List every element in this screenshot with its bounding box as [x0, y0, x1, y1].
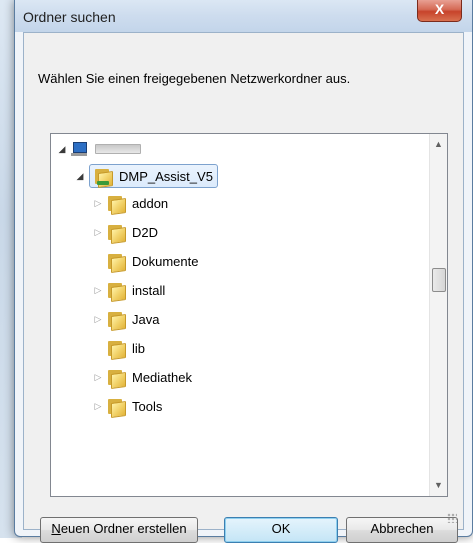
- tree-item-label: D2D: [132, 224, 159, 240]
- folder-tree[interactable]: ◢ ◢ DMP_Assist_V5 ▷ addon ▷ D2D Dokument…: [50, 133, 448, 497]
- scroll-down-icon[interactable]: ▼: [430, 477, 447, 494]
- folder-icon: [107, 368, 126, 390]
- tree-item-label: DMP_Assist_V5: [119, 168, 213, 184]
- resize-grip-icon[interactable]: [447, 513, 457, 523]
- tree-item-dmp-assist[interactable]: ◢ DMP_Assist_V5: [75, 163, 218, 189]
- selected-folder[interactable]: DMP_Assist_V5: [89, 164, 218, 189]
- window-title: Ordner suchen: [23, 9, 116, 25]
- expand-arrow-icon: [93, 256, 103, 266]
- shared-folder-icon: [94, 167, 113, 189]
- expand-arrow-icon[interactable]: ▷: [93, 401, 103, 411]
- dialog-client-area: Wählen Sie einen freigegebenen Netzwerko…: [23, 32, 464, 543]
- tree-item-label: Tools: [132, 398, 163, 414]
- tree-item-install[interactable]: ▷ install: [93, 277, 165, 303]
- folder-icon: [107, 252, 126, 274]
- tree-item-addon[interactable]: ▷ addon: [93, 190, 168, 216]
- expand-arrow-icon[interactable]: ▷: [93, 372, 103, 382]
- new-folder-button[interactable]: Neuen Ordner erstellen: [40, 517, 198, 543]
- tree-item-d2d[interactable]: ▷ D2D: [93, 219, 158, 245]
- close-icon: X: [434, 1, 445, 17]
- title-bar[interactable]: Ordner suchen X: [15, 0, 472, 32]
- tree-item-dokumente[interactable]: Dokumente: [93, 248, 198, 274]
- accelerator-key: N: [51, 521, 61, 536]
- tree-item-tools[interactable]: ▷ Tools: [93, 393, 162, 419]
- cancel-label: Abbrechen: [370, 521, 434, 536]
- scroll-up-icon[interactable]: ▲: [430, 136, 447, 153]
- new-folder-label: euen Ordner erstellen: [60, 521, 187, 536]
- tree-item-label: lib: [132, 340, 146, 356]
- expand-arrow-icon[interactable]: ▷: [93, 314, 103, 324]
- expand-arrow-icon[interactable]: ▷: [93, 198, 103, 208]
- tree-item-label: install: [132, 282, 166, 298]
- expand-arrow-icon[interactable]: ◢: [57, 144, 67, 154]
- tree-item-label: Dokumente: [132, 253, 199, 269]
- scroll-thumb[interactable]: [432, 268, 446, 292]
- instruction-text: Wählen Sie einen freigegebenen Netzwerko…: [38, 71, 351, 86]
- tree-item-label: Java: [132, 311, 160, 327]
- ok-label: OK: [271, 521, 291, 536]
- tree-item-label: addon: [132, 195, 169, 211]
- folder-icon: [107, 397, 126, 419]
- folder-icon: [107, 194, 126, 216]
- cancel-button[interactable]: Abbrechen: [346, 517, 458, 543]
- expand-arrow-icon[interactable]: ▷: [93, 285, 103, 295]
- folder-icon: [107, 339, 126, 361]
- tree-item-label: Mediathek: [132, 369, 192, 385]
- expand-arrow-icon[interactable]: ◢: [75, 171, 85, 181]
- tree-root-row[interactable]: ◢: [57, 136, 141, 162]
- tree-item-lib[interactable]: lib: [93, 335, 145, 361]
- folder-browse-dialog: Ordner suchen X Wählen Sie einen freigeg…: [14, 0, 473, 543]
- close-button[interactable]: X: [417, 0, 462, 22]
- folder-icon: [107, 281, 126, 303]
- computer-icon: [71, 141, 89, 157]
- ok-button[interactable]: OK: [224, 517, 338, 543]
- expand-arrow-icon[interactable]: ▷: [93, 227, 103, 237]
- expand-arrow-icon: [93, 343, 103, 353]
- folder-icon: [107, 310, 126, 332]
- vertical-scrollbar[interactable]: ▲ ▼: [429, 134, 447, 496]
- folder-icon: [107, 223, 126, 245]
- tree-item-mediathek[interactable]: ▷ Mediathek: [93, 364, 192, 390]
- redacted-computer-name: [95, 144, 141, 154]
- tree-item-java[interactable]: ▷ Java: [93, 306, 159, 332]
